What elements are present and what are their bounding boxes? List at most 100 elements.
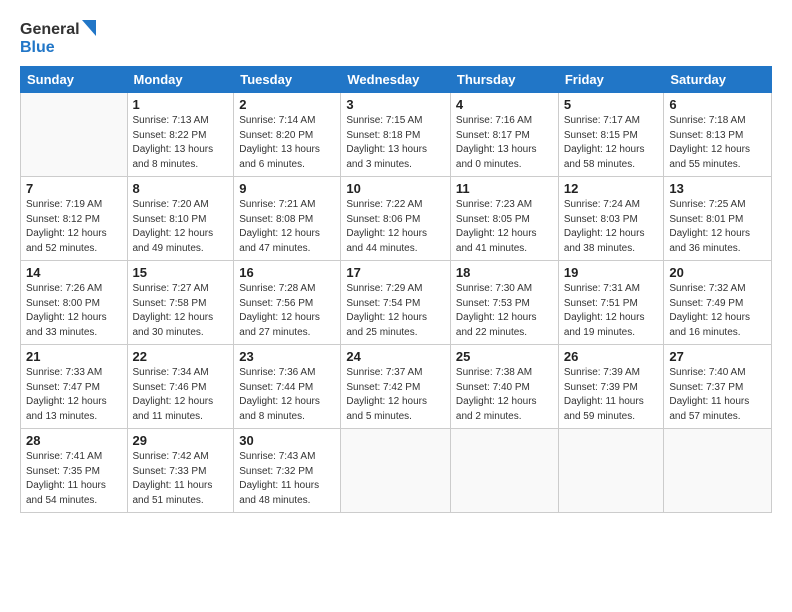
day-cell: 28 Sunrise: 7:41 AMSunset: 7:35 PMDayligh… (21, 429, 128, 513)
week-row-3: 14Sunrise: 7:26 AMSunset: 8:00 PMDayligh… (21, 261, 772, 345)
day-cell: 24Sunrise: 7:37 AMSunset: 7:42 PMDayligh… (341, 345, 451, 429)
day-number: 27 (669, 349, 766, 364)
svg-text:General: General (20, 21, 80, 38)
day-info: Sunrise: 7:32 AMSunset: 7:49 PMDaylight:… (669, 282, 766, 340)
day-cell (450, 429, 558, 513)
day-cell: 17 Sunrise: 7:29 AMSunset: 7:54 PMDayligh… (341, 261, 451, 345)
day-info: Sunrise: 7:13 AMSunset: 8:22 PMDaylight:… (133, 114, 229, 172)
day-info: Sunrise: 7:30 AMSunset: 7:53 PMDaylight:… (456, 282, 553, 340)
day-cell: 11 Sunrise: 7:23 AMSunset: 8:05 PMDayligh… (450, 177, 558, 261)
svg-text:Blue: Blue (20, 39, 55, 56)
day-number: 5 (564, 97, 659, 112)
day-number: 29 (133, 433, 229, 448)
col-header-wednesday: Wednesday (341, 67, 451, 93)
day-number: 20 (669, 265, 766, 280)
day-cell: 22Sunrise: 7:34 AMSunset: 7:46 PMDayligh… (127, 345, 234, 429)
day-cell (21, 93, 128, 177)
day-info: Sunrise: 7:23 AMSunset: 8:05 PMDaylight:… (456, 198, 553, 256)
day-cell: 8Sunrise: 7:20 AMSunset: 8:10 PMDaylight… (127, 177, 234, 261)
col-header-friday: Friday (558, 67, 664, 93)
day-number: 4 (456, 97, 553, 112)
day-number: 2 (239, 97, 335, 112)
day-number: 3 (346, 97, 445, 112)
week-row-5: 28 Sunrise: 7:41 AMSunset: 7:35 PMDayligh… (21, 429, 772, 513)
day-info: Sunrise: 7:38 AMSunset: 7:40 PMDaylight:… (456, 366, 553, 424)
day-info: Sunrise: 7:18 AMSunset: 8:13 PMDaylight:… (669, 114, 766, 172)
day-info: Sunrise: 7:40 AMSunset: 7:37 PMDaylight:… (669, 366, 766, 424)
col-header-monday: Monday (127, 67, 234, 93)
day-number: 30 (239, 433, 335, 448)
day-info: Sunrise: 7:17 AMSunset: 8:15 PMDaylight:… (564, 114, 659, 172)
day-cell: 23 Sunrise: 7:36 AMSunset: 7:44 PMDayligh… (234, 345, 341, 429)
week-row-1: 1 Sunrise: 7:13 AMSunset: 8:22 PMDaylight… (21, 93, 772, 177)
day-info: Sunrise: 7:25 AMSunset: 8:01 PMDaylight:… (669, 198, 766, 256)
day-number: 25 (456, 349, 553, 364)
day-number: 23 (239, 349, 335, 364)
day-info: Sunrise: 7:33 AMSunset: 7:47 PMDaylight:… (26, 366, 122, 424)
day-number: 7 (26, 181, 122, 196)
day-cell: 15 Sunrise: 7:27 AMSunset: 7:58 PMDayligh… (127, 261, 234, 345)
day-number: 26 (564, 349, 659, 364)
day-cell (558, 429, 664, 513)
day-info: Sunrise: 7:16 AMSunset: 8:17 PMDaylight:… (456, 114, 553, 172)
day-cell: 12 Sunrise: 7:24 AMSunset: 8:03 PMDayligh… (558, 177, 664, 261)
day-number: 17 (346, 265, 445, 280)
day-number: 11 (456, 181, 553, 196)
header-row: SundayMondayTuesdayWednesdayThursdayFrid… (21, 67, 772, 93)
col-header-saturday: Saturday (664, 67, 772, 93)
logo: GeneralBlue (20, 16, 100, 56)
day-info: Sunrise: 7:43 AMSunset: 7:32 PMDaylight:… (239, 450, 335, 508)
day-cell: 10Sunrise: 7:22 AMSunset: 8:06 PMDayligh… (341, 177, 451, 261)
day-number: 15 (133, 265, 229, 280)
day-cell: 18 Sunrise: 7:30 AMSunset: 7:53 PMDayligh… (450, 261, 558, 345)
day-number: 9 (239, 181, 335, 196)
day-info: Sunrise: 7:31 AMSunset: 7:51 PMDaylight:… (564, 282, 659, 340)
day-cell: 16 Sunrise: 7:28 AMSunset: 7:56 PMDayligh… (234, 261, 341, 345)
day-cell: 14Sunrise: 7:26 AMSunset: 8:00 PMDayligh… (21, 261, 128, 345)
day-number: 16 (239, 265, 335, 280)
col-header-thursday: Thursday (450, 67, 558, 93)
day-info: Sunrise: 7:19 AMSunset: 8:12 PMDaylight:… (26, 198, 122, 256)
day-cell: 21 Sunrise: 7:33 AMSunset: 7:47 PMDayligh… (21, 345, 128, 429)
header: GeneralBlue (20, 16, 772, 56)
day-number: 18 (456, 265, 553, 280)
page: GeneralBlue SundayMondayTuesdayWednesday… (0, 0, 792, 612)
day-info: Sunrise: 7:28 AMSunset: 7:56 PMDaylight:… (239, 282, 335, 340)
day-cell (341, 429, 451, 513)
day-number: 21 (26, 349, 122, 364)
day-cell: 27 Sunrise: 7:40 AMSunset: 7:37 PMDayligh… (664, 345, 772, 429)
day-cell: 7 Sunrise: 7:19 AMSunset: 8:12 PMDaylight… (21, 177, 128, 261)
day-cell: 25 Sunrise: 7:38 AMSunset: 7:40 PMDayligh… (450, 345, 558, 429)
day-number: 8 (133, 181, 229, 196)
day-number: 14 (26, 265, 122, 280)
day-cell: 6Sunrise: 7:18 AMSunset: 8:13 PMDaylight… (664, 93, 772, 177)
day-info: Sunrise: 7:24 AMSunset: 8:03 PMDaylight:… (564, 198, 659, 256)
col-header-sunday: Sunday (21, 67, 128, 93)
day-info: Sunrise: 7:29 AMSunset: 7:54 PMDaylight:… (346, 282, 445, 340)
week-row-2: 7 Sunrise: 7:19 AMSunset: 8:12 PMDaylight… (21, 177, 772, 261)
day-cell (664, 429, 772, 513)
day-cell: 29Sunrise: 7:42 AMSunset: 7:33 PMDayligh… (127, 429, 234, 513)
day-cell: 13Sunrise: 7:25 AMSunset: 8:01 PMDayligh… (664, 177, 772, 261)
day-cell: 26Sunrise: 7:39 AMSunset: 7:39 PMDayligh… (558, 345, 664, 429)
day-cell: 1 Sunrise: 7:13 AMSunset: 8:22 PMDaylight… (127, 93, 234, 177)
day-info: Sunrise: 7:41 AMSunset: 7:35 PMDaylight:… (26, 450, 122, 508)
day-cell: 30 Sunrise: 7:43 AMSunset: 7:32 PMDayligh… (234, 429, 341, 513)
day-cell: 4 Sunrise: 7:16 AMSunset: 8:17 PMDaylight… (450, 93, 558, 177)
day-number: 22 (133, 349, 229, 364)
day-info: Sunrise: 7:27 AMSunset: 7:58 PMDaylight:… (133, 282, 229, 340)
day-cell: 5 Sunrise: 7:17 AMSunset: 8:15 PMDaylight… (558, 93, 664, 177)
day-cell: 9Sunrise: 7:21 AMSunset: 8:08 PMDaylight… (234, 177, 341, 261)
day-number: 12 (564, 181, 659, 196)
week-row-4: 21 Sunrise: 7:33 AMSunset: 7:47 PMDayligh… (21, 345, 772, 429)
day-info: Sunrise: 7:36 AMSunset: 7:44 PMDaylight:… (239, 366, 335, 424)
day-number: 19 (564, 265, 659, 280)
day-info: Sunrise: 7:15 AMSunset: 8:18 PMDaylight:… (346, 114, 445, 172)
day-cell: 20 Sunrise: 7:32 AMSunset: 7:49 PMDayligh… (664, 261, 772, 345)
day-number: 28 (26, 433, 122, 448)
day-cell: 19 Sunrise: 7:31 AMSunset: 7:51 PMDayligh… (558, 261, 664, 345)
logo-svg: GeneralBlue (20, 16, 100, 56)
day-number: 1 (133, 97, 229, 112)
day-info: Sunrise: 7:37 AMSunset: 7:42 PMDaylight:… (346, 366, 445, 424)
col-header-tuesday: Tuesday (234, 67, 341, 93)
